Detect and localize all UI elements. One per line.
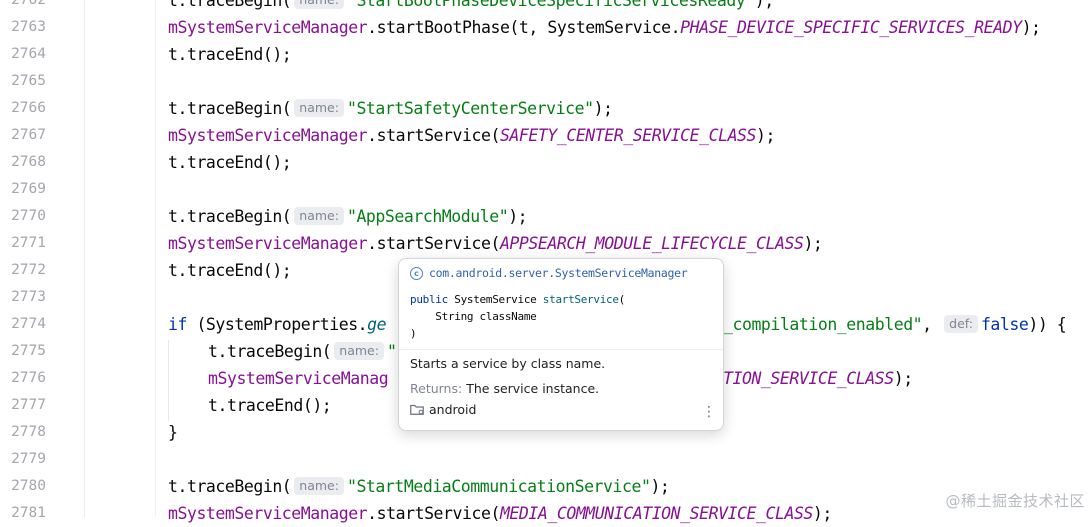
param-hint: def: (944, 315, 978, 333)
package-link[interactable]: android (410, 402, 476, 417)
code-line-2774-tail[interactable]: _compilation_enabled", def: false)) { (723, 311, 1091, 338)
line-number[interactable]: 2769 (0, 176, 46, 203)
line-number[interactable]: 2776 (0, 365, 46, 392)
line-number[interactable]: 2775 (0, 338, 46, 365)
code-line-2763[interactable]: mSystemServiceManager.startBootPhase(t, … (168, 14, 1091, 41)
code-line-2776-tail[interactable]: TION_SERVICE_CLASS); (723, 365, 1091, 392)
line-number[interactable]: 2773 (0, 284, 46, 311)
line-number[interactable]: 2768 (0, 149, 46, 176)
code-line-2764[interactable]: t.traceEnd(); (168, 41, 1091, 68)
line-number[interactable]: 2780 (0, 473, 46, 500)
returns-section: Returns: The service instance. (410, 380, 599, 398)
line-number[interactable]: 2779 (0, 446, 46, 473)
line-number[interactable]: 2777 (0, 392, 46, 419)
line-number[interactable]: 2772 (0, 257, 46, 284)
indent-guide (168, 340, 169, 421)
line-number[interactable]: 2770 (0, 203, 46, 230)
param-hint: name: (334, 342, 384, 360)
code-line-2767[interactable]: mSystemServiceManager.startService(SAFET… (168, 122, 1091, 149)
line-number[interactable]: 2778 (0, 419, 46, 446)
watermark: @稀土掘金技术社区 (945, 492, 1085, 510)
code-line-2771[interactable]: mSystemServiceManager.startService(APPSE… (168, 230, 1091, 257)
method-description: Starts a service by class name. (410, 356, 606, 371)
class-name-link[interactable]: com.android.server.SystemServiceManager (429, 266, 688, 280)
returns-label: Returns: (410, 381, 463, 396)
code-line-2762[interactable]: t.traceBegin(name:"StartBootPhaseDeviceS… (168, 0, 1091, 14)
param-hint: name: (294, 0, 344, 9)
line-number[interactable]: 2766 (0, 95, 46, 122)
param-hint: name: (294, 477, 344, 495)
quick-documentation-popup[interactable]: c com.android.server.SystemServiceManage… (398, 258, 724, 431)
fold-guide (155, 0, 156, 517)
package-name: android (429, 402, 477, 417)
code-line-2770[interactable]: t.traceBegin(name: "AppSearchModule"); (168, 203, 1091, 230)
vertical-dots-icon[interactable]: ⋮ (702, 404, 716, 420)
line-number[interactable]: 2781 (0, 500, 46, 527)
popup-divider (399, 349, 723, 350)
code-line-2768[interactable]: t.traceEnd(); (168, 149, 1091, 176)
line-number[interactable]: 2765 (0, 68, 46, 95)
param-hint: name: (294, 99, 344, 117)
method-signature: public SystemService startService( Strin… (410, 293, 625, 340)
param-hint: name: (294, 207, 344, 225)
line-number[interactable]: 2771 (0, 230, 46, 257)
line-number[interactable]: 2763 (0, 14, 46, 41)
class-c-icon: c (410, 266, 423, 280)
popup-header: c com.android.server.SystemServiceManage… (410, 263, 688, 283)
folder-icon (410, 404, 424, 415)
code-line-2766[interactable]: t.traceBegin(name: "StartSafetyCenterServ… (168, 95, 1091, 122)
returns-text: The service instance. (466, 381, 600, 396)
line-number[interactable]: 2762 (0, 0, 46, 14)
gutter-separator (84, 0, 85, 517)
line-number[interactable]: 2774 (0, 311, 46, 338)
line-number[interactable]: 2767 (0, 122, 46, 149)
line-number[interactable]: 2764 (0, 41, 46, 68)
